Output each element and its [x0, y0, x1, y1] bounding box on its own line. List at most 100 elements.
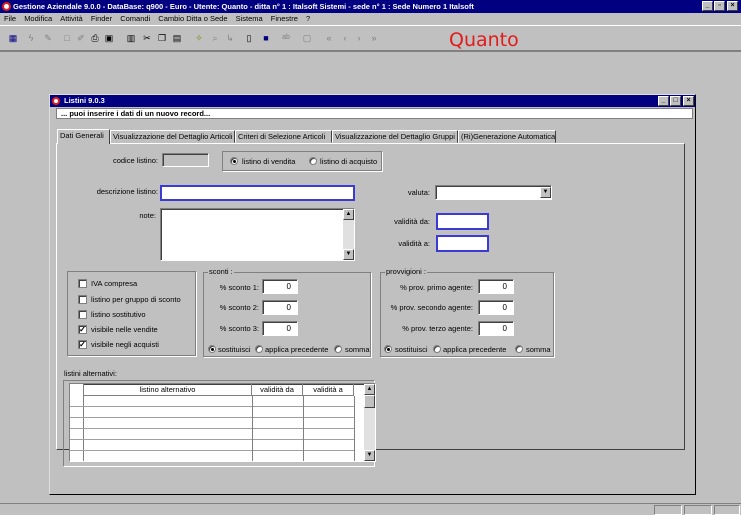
- checkbox-listino-gruppo-sconto-label: listino per gruppo di sconto: [91, 295, 181, 304]
- prov2-field[interactable]: 0: [478, 300, 514, 315]
- menu-file[interactable]: File: [4, 14, 16, 23]
- window-maximize-icon[interactable]: □: [670, 96, 681, 106]
- checkbox-listino-sostitutivo-label: listino sostitutivo: [91, 310, 146, 319]
- radio-vendita[interactable]: [230, 157, 238, 165]
- note-label: note:: [139, 211, 156, 220]
- prov-radio-sostituisci[interactable]: [384, 345, 392, 353]
- next-icon[interactable]: ›: [354, 33, 364, 43]
- menu-bar: File Modifica Attività Finder Comandi Ca…: [0, 13, 741, 25]
- goto-icon[interactable]: ↳: [225, 33, 235, 43]
- checkbox-visibile-vendite[interactable]: ✓: [78, 325, 87, 334]
- descrizione-field[interactable]: [160, 185, 355, 201]
- search-icon[interactable]: ⌕: [210, 33, 220, 43]
- prov-radio-somma[interactable]: [515, 345, 523, 353]
- column-validita-a[interactable]: validità a: [303, 384, 354, 396]
- window-title-bar: Listini 9.0.3: [50, 95, 695, 107]
- sconti-radio-precedente[interactable]: [255, 345, 263, 353]
- checkbox-visibile-acquisti-label: visibile negli acquisti: [91, 340, 159, 349]
- tab-generazione-automatica[interactable]: (Ri)Generazione Automatica: [458, 130, 556, 143]
- prov3-label: % prov. terzo agente:: [402, 324, 473, 333]
- radio-acquisto[interactable]: [309, 157, 317, 165]
- validita-da-field[interactable]: [436, 213, 489, 230]
- tab-criteri-selezione[interactable]: Criteri di Selezione Articoli: [235, 130, 332, 143]
- note-field[interactable]: ▲ ▼: [160, 208, 355, 261]
- grid-scroll-down-icon[interactable]: ▼: [364, 450, 375, 461]
- note-scrollbar[interactable]: ▲ ▼: [343, 209, 354, 260]
- grid-rows[interactable]: [70, 396, 354, 461]
- valuta-label: valuta:: [407, 188, 430, 197]
- alternativi-grid[interactable]: listino alternativo validità da validità…: [69, 383, 376, 462]
- lightning-icon[interactable]: ϟ: [26, 33, 36, 43]
- window-close-icon[interactable]: ×: [683, 96, 694, 106]
- checkbox-listino-sostitutivo[interactable]: [78, 310, 87, 319]
- validita-da-label: validità da:: [394, 217, 430, 226]
- scroll-down-icon[interactable]: ▼: [343, 249, 354, 260]
- save-icon[interactable]: ■: [261, 33, 271, 43]
- restore-icon[interactable]: ▫: [714, 1, 725, 11]
- grid-divider: [252, 396, 253, 461]
- window-minimize-icon[interactable]: _: [658, 96, 669, 106]
- scroll-up-icon[interactable]: ▲: [343, 209, 354, 220]
- prov-radio-precedente-label: applica precedente: [443, 345, 507, 354]
- status-panel: [654, 505, 682, 515]
- app-logo-icon: [2, 2, 11, 11]
- checkbox-iva-compresa[interactable]: [78, 279, 87, 288]
- menu-comandi[interactable]: Comandi: [120, 14, 150, 23]
- last-icon[interactable]: »: [369, 33, 379, 43]
- edit-icon[interactable]: ✐: [76, 33, 86, 43]
- prov3-field[interactable]: 0: [478, 321, 514, 336]
- checkbox-visibile-vendite-label: visibile nelle vendite: [91, 325, 158, 334]
- document-icon[interactable]: □: [62, 33, 72, 43]
- spell-icon[interactable]: ab: [278, 33, 294, 43]
- tab-dettaglio-articoli[interactable]: Visualizzazione del Dettaglio Articoli: [110, 130, 235, 143]
- validita-a-field[interactable]: [436, 235, 489, 252]
- column-validita-da[interactable]: validità da: [252, 384, 303, 396]
- checkbox-listino-gruppo-sconto[interactable]: [78, 295, 87, 304]
- sconto3-field[interactable]: 0: [262, 321, 298, 336]
- grid-scroll-thumb[interactable]: [364, 395, 375, 408]
- paste-icon[interactable]: ▤: [172, 33, 182, 43]
- valuta-select[interactable]: ▼: [435, 185, 552, 200]
- checkbox-iva-compresa-label: IVA compresa: [91, 279, 138, 288]
- menu-modifica[interactable]: Modifica: [24, 14, 52, 23]
- grid-scrollbar[interactable]: ▲ ▼: [364, 384, 375, 461]
- delete-icon[interactable]: ▥: [126, 33, 136, 43]
- preview-icon[interactable]: ▣: [104, 33, 114, 43]
- minimize-icon[interactable]: _: [702, 1, 713, 11]
- codice-field[interactable]: [162, 153, 209, 167]
- copy-icon[interactable]: ❐: [157, 33, 167, 43]
- menu-help[interactable]: ?: [306, 14, 310, 23]
- prev-icon[interactable]: ‹: [340, 33, 350, 43]
- first-icon[interactable]: «: [324, 33, 334, 43]
- sconto2-label: % sconto 2:: [219, 303, 259, 312]
- menu-cambio-ditta[interactable]: Cambio Ditta o Sede: [158, 14, 227, 23]
- sconti-radio-sostituisci[interactable]: [208, 345, 216, 353]
- wand-icon[interactable]: ✧: [194, 33, 204, 43]
- close-icon[interactable]: ×: [727, 1, 738, 11]
- sconto2-field[interactable]: 0: [262, 300, 298, 315]
- cut-icon[interactable]: ✂: [142, 33, 152, 43]
- column-listino-alternativo[interactable]: listino alternativo: [84, 384, 252, 396]
- new-icon[interactable]: ▯: [244, 33, 254, 43]
- prov1-field[interactable]: 0: [478, 279, 514, 294]
- chevron-down-icon[interactable]: ▼: [540, 187, 551, 198]
- sconti-radio-somma[interactable]: [334, 345, 342, 353]
- prov-radio-precedente[interactable]: [433, 345, 441, 353]
- pen-icon[interactable]: ✎: [43, 33, 53, 43]
- checkbox-visibile-acquisti[interactable]: ✓: [78, 340, 87, 349]
- menu-finestre[interactable]: Finestre: [271, 14, 298, 23]
- menu-attivita[interactable]: Attività: [60, 14, 83, 23]
- grid-icon[interactable]: ▦: [8, 33, 18, 43]
- listini-window: Listini 9.0.3 _ □ × ... puoi inserire i …: [49, 94, 696, 495]
- grid-scroll-up-icon[interactable]: ▲: [364, 384, 375, 395]
- sconto1-field[interactable]: 0: [262, 279, 298, 294]
- menu-sistema[interactable]: Sistema: [236, 14, 263, 23]
- tab-dettaglio-gruppi[interactable]: Visualizzazione del Dettaglio Gruppi: [332, 130, 458, 143]
- sconto1-label: % sconto 1:: [219, 283, 259, 292]
- print-icon[interactable]: ⎙: [90, 33, 100, 43]
- select-icon[interactable]: ▢: [302, 33, 312, 43]
- prov1-label: % prov. primo agente:: [400, 283, 473, 292]
- app-title: Gestione Aziendale 9.0.0 - DataBase: q90…: [13, 2, 474, 11]
- tab-dati-generali[interactable]: Dati Generali: [57, 129, 110, 144]
- menu-finder[interactable]: Finder: [91, 14, 112, 23]
